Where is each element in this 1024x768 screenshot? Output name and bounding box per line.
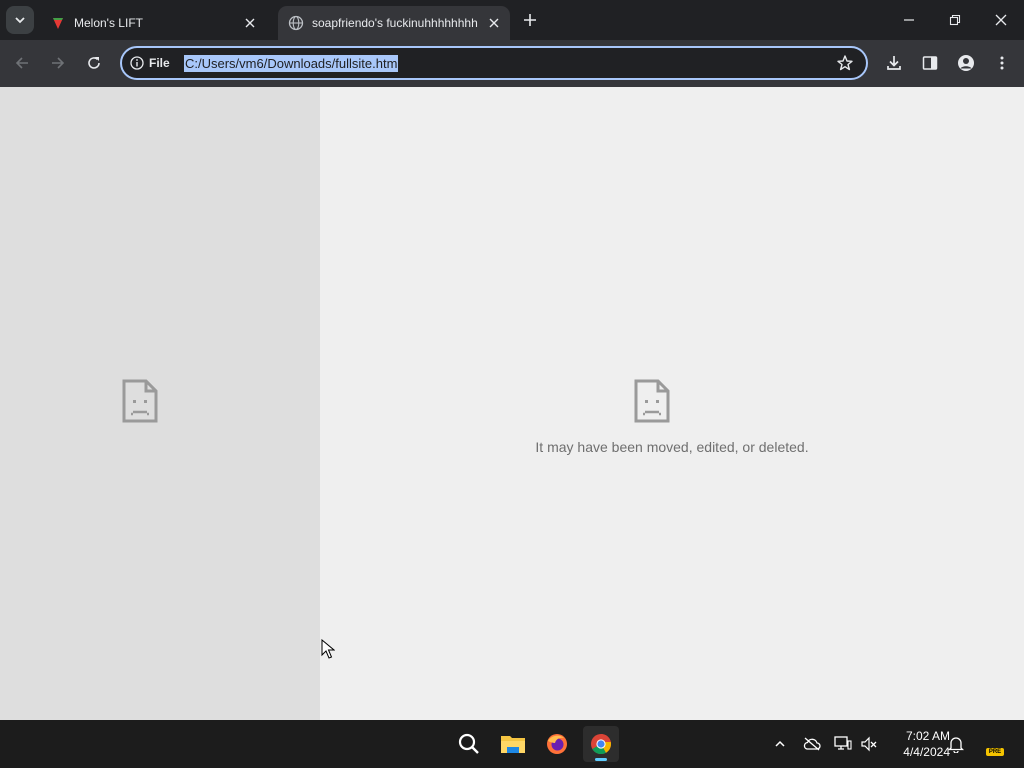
left-frame xyxy=(0,87,320,720)
search-icon xyxy=(458,733,479,754)
sad-file-icon xyxy=(122,379,158,423)
tab-search-button[interactable] xyxy=(6,6,34,34)
page-content: It may have been moved, edited, or delet… xyxy=(0,87,1024,720)
side-panel-icon xyxy=(922,56,938,70)
folder-icon xyxy=(501,736,525,753)
more-vert-icon xyxy=(1000,56,1004,70)
error-message: It may have been moved, edited, or delet… xyxy=(535,439,809,455)
close-icon xyxy=(995,14,1007,26)
preview-badge: PRE xyxy=(986,748,1004,756)
address-bar[interactable]: File C:/Users/vm6/Downloads/fullsite.htm xyxy=(120,46,868,80)
close-window-button[interactable] xyxy=(978,0,1024,40)
tab-melons-lift[interactable]: Melon's LIFT xyxy=(40,6,266,40)
minimize-icon xyxy=(904,19,914,21)
clock-date: 4/4/2024 xyxy=(903,745,950,759)
onedrive-tray-icon[interactable] xyxy=(800,732,824,756)
notifications-button[interactable] xyxy=(944,732,968,756)
sad-file-icon xyxy=(634,379,670,423)
plus-icon xyxy=(524,14,536,26)
chrome-icon xyxy=(591,734,612,755)
browser-toolbar: File C:/Users/vm6/Downloads/fullsite.htm xyxy=(0,40,1024,87)
restore-icon xyxy=(949,14,961,26)
taskbar: 7:02 AM 4/4/2024 PRE xyxy=(0,720,1024,768)
tab-title: soapfriendo's fuckinuhhhhhhhh xyxy=(312,16,478,30)
network-tray-icon[interactable] xyxy=(831,732,855,756)
close-tab-icon[interactable] xyxy=(484,13,504,33)
speaker-muted-icon xyxy=(861,736,877,752)
firefox-icon xyxy=(547,734,567,754)
bookmark-star-icon[interactable] xyxy=(836,54,854,72)
clock-time: 7:02 AM xyxy=(905,729,950,743)
tab-soapfriendo[interactable]: soapfriendo's fuckinuhhhhhhhh xyxy=(278,6,510,40)
globe-icon xyxy=(288,15,304,31)
site-info-chip[interactable]: File xyxy=(130,54,170,72)
download-icon xyxy=(887,56,901,70)
tab-bar: Melon's LIFT soapfriendo's fuckinuhhhhhh… xyxy=(0,0,1024,40)
arrow-right-icon xyxy=(52,57,65,69)
chevron-down-icon xyxy=(15,17,25,24)
bell-icon xyxy=(948,737,964,753)
tab-title: Melon's LIFT xyxy=(74,16,143,30)
site-info-label: File xyxy=(149,56,170,70)
downloads-button[interactable] xyxy=(880,49,908,77)
volume-tray-icon[interactable] xyxy=(857,732,881,756)
info-icon xyxy=(130,56,144,70)
menu-button[interactable] xyxy=(988,49,1016,77)
back-button[interactable] xyxy=(8,49,36,77)
avatar-icon xyxy=(958,55,974,71)
minimize-button[interactable] xyxy=(886,0,932,40)
cloud-offline-icon xyxy=(803,737,821,751)
mouse-cursor-icon xyxy=(321,639,335,659)
reload-icon xyxy=(88,57,100,69)
url-text[interactable]: C:/Users/vm6/Downloads/fullsite.htm xyxy=(184,55,399,72)
taskbar-chrome[interactable] xyxy=(583,726,619,762)
network-icon xyxy=(834,736,852,750)
melon-favicon-icon xyxy=(50,15,66,31)
reload-button[interactable] xyxy=(80,49,108,77)
taskbar-file-explorer[interactable] xyxy=(495,726,531,762)
restore-button[interactable] xyxy=(932,0,978,40)
chevron-up-icon xyxy=(775,740,785,747)
side-panel-button[interactable] xyxy=(916,49,944,77)
active-app-indicator xyxy=(595,758,607,761)
arrow-left-icon xyxy=(15,57,28,69)
close-tab-icon[interactable] xyxy=(240,13,260,33)
forward-button[interactable] xyxy=(44,49,72,77)
show-hidden-icons-button[interactable] xyxy=(768,732,792,756)
profile-button[interactable] xyxy=(952,49,980,77)
new-tab-button[interactable] xyxy=(518,8,542,32)
system-clock[interactable]: 7:02 AM 4/4/2024 xyxy=(884,728,950,760)
taskbar-firefox[interactable] xyxy=(539,726,575,762)
taskbar-search-button[interactable] xyxy=(451,726,487,762)
